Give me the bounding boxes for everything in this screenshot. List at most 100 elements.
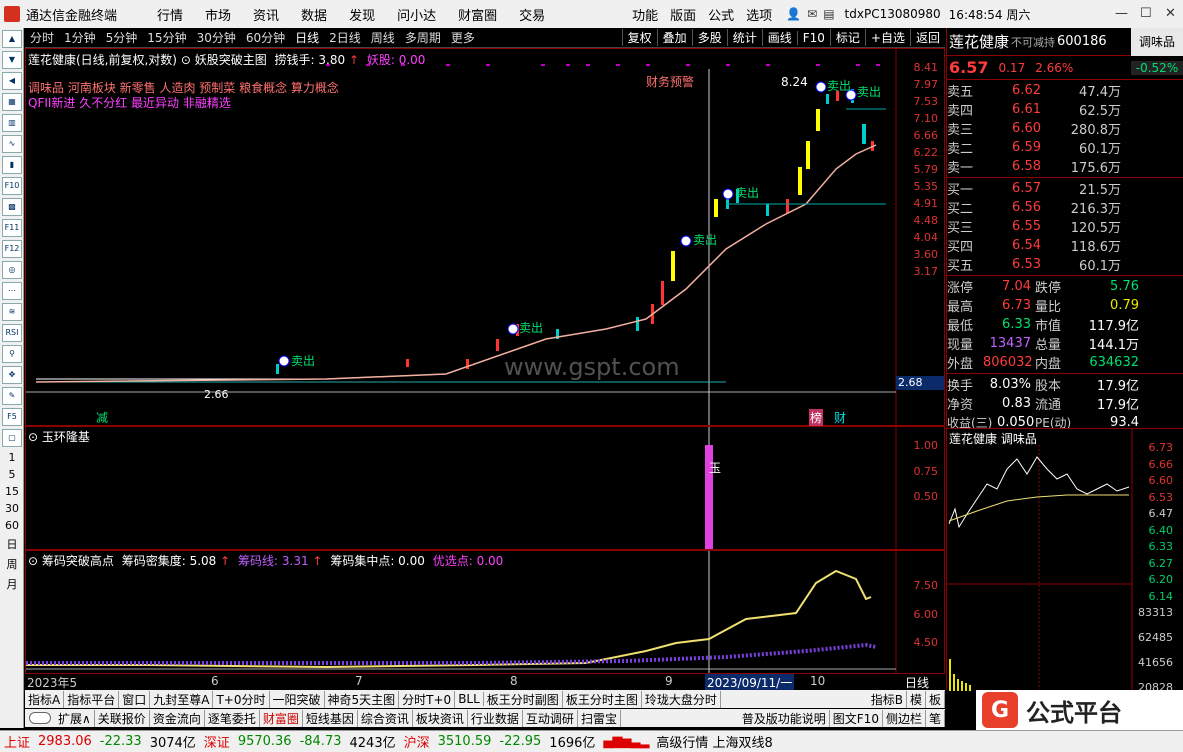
menu-item-caifuquan[interactable]: 财富圈 (458, 5, 497, 24)
tab-chuangkou[interactable]: 窗口 (119, 690, 151, 708)
menu-item-shuju[interactable]: 数据 (301, 5, 327, 24)
tab-caifuquan[interactable]: 财富圈 (260, 709, 303, 727)
tab-60min[interactable]: 60分钟 (246, 29, 285, 46)
tool-pencil-icon[interactable]: ✎ (2, 387, 22, 405)
menu-item-hangqing[interactable]: 行情 (157, 5, 183, 24)
btn-zixuan[interactable]: +自选 (864, 29, 910, 46)
tab-2day[interactable]: 2日线 (329, 29, 361, 46)
tab-linglong[interactable]: 玲珑大盘分时 (642, 690, 721, 708)
btn-fuquan[interactable]: 复权 (621, 29, 657, 46)
period-15[interactable]: 15 (0, 485, 24, 498)
close-icon[interactable]: ✕ (1165, 6, 1176, 21)
tool-move-icon[interactable]: ✥ (2, 366, 22, 384)
tab-zhibiao-pingtai[interactable]: 指标平台 (64, 690, 120, 708)
btn-tongji[interactable]: 统计 (726, 29, 762, 46)
minimize-icon[interactable]: — (1115, 6, 1128, 21)
tab-cebianlan[interactable]: 侧边栏 (883, 709, 926, 727)
menu-icon[interactable]: ▤ (823, 7, 834, 21)
period-month[interactable]: 月 (0, 576, 24, 592)
menu-item-faxian[interactable]: 发现 (349, 5, 375, 24)
intraday-mini-chart[interactable]: 莲花健康 调味品 6.73 6.66 6.60 6.53 6.47 6.40 6… (946, 428, 1183, 694)
quote-sector-tag[interactable]: 调味品 (1131, 27, 1183, 56)
tool-pin-icon[interactable]: ⚲ (2, 345, 22, 363)
tool-list-icon[interactable]: ▦ (2, 93, 22, 111)
tool-up-icon[interactable]: ▲ (2, 30, 22, 48)
tab-zonghe[interactable]: 综合资讯 (358, 709, 413, 727)
tab-fenshi-t0[interactable]: 分时T+0 (399, 690, 456, 708)
menu-item-wenxiaoda[interactable]: 问小达 (397, 5, 436, 24)
btn-huaxian[interactable]: 画线 (761, 29, 797, 46)
tab-hangye[interactable]: 行业数据 (468, 709, 523, 727)
tool-wave-icon[interactable]: ≋ (2, 303, 22, 321)
menu-item-shichang[interactable]: 市场 (205, 5, 231, 24)
tab-tuwen-f10[interactable]: 图文F10 (830, 709, 883, 727)
tab-zijin[interactable]: 资金流向 (150, 709, 205, 727)
tab-multi[interactable]: 多周期 (405, 29, 441, 46)
tab-more[interactable]: 更多 (451, 29, 475, 46)
period-5[interactable]: 5 (0, 468, 24, 481)
period-30[interactable]: 30 (0, 502, 24, 515)
index-name[interactable]: 深证 (204, 732, 230, 751)
tool-grid-icon[interactable]: ▩ (2, 198, 22, 216)
tool-line-icon[interactable]: ∿ (2, 135, 22, 153)
tab-day[interactable]: 日线 (295, 29, 319, 46)
tab-5min[interactable]: 5分钟 (106, 29, 138, 46)
period-1[interactable]: 1 (0, 451, 24, 464)
tab-yiyang[interactable]: 一阳突破 (270, 690, 325, 708)
chouma-panel[interactable]: ⊙ 筹码突破高点 筹码密集度: 5.08 ↑ 筹码线: 3.31 ↑ 筹码集中点… (25, 550, 945, 674)
menu-item-gongshi[interactable]: 公式 (708, 5, 734, 24)
tab-zhibiao-b[interactable]: 指标B (868, 690, 907, 708)
tab-zhubi[interactable]: 逐笔委托 (205, 709, 260, 727)
tool-f12-icon[interactable]: F12 (2, 240, 22, 258)
tool-f11-icon[interactable]: F11 (2, 219, 22, 237)
index-name[interactable]: 沪深 (404, 732, 430, 751)
btn-duogu[interactable]: 多股 (691, 29, 727, 46)
period-day[interactable]: 日 (0, 536, 24, 552)
tab-duanxian[interactable]: 短线基因 (303, 709, 358, 727)
btn-f10[interactable]: F10 (796, 30, 830, 45)
tab-ban[interactable]: 板 (926, 690, 945, 708)
tool-left-icon[interactable]: ◀ (2, 72, 22, 90)
menu-item-gongneng[interactable]: 功能 (632, 5, 658, 24)
tab-zhibiao-a[interactable]: 指标A (25, 690, 65, 708)
tool-f10-icon[interactable]: F10 (2, 177, 22, 195)
yuhuan-panel[interactable]: ⊙ 玉环隆基 玉 1.00 0.75 0.50 (25, 426, 945, 550)
btn-fanhui[interactable]: 返回 (909, 29, 945, 46)
tab-banwang-fu[interactable]: 板王分时副图 (484, 690, 563, 708)
tab-15min[interactable]: 15分钟 (147, 29, 186, 46)
menu-item-banmian[interactable]: 版面 (670, 5, 696, 24)
btn-diejia[interactable]: 叠加 (656, 29, 692, 46)
tool-rsi-icon[interactable]: RSI (2, 324, 22, 342)
index-name[interactable]: 上证 (4, 732, 30, 751)
tab-guanlian[interactable]: 关联报价 (95, 709, 150, 727)
menu-item-xuanxiang[interactable]: 选项 (746, 5, 772, 24)
tab-30min[interactable]: 30分钟 (197, 29, 236, 46)
menu-item-zixun[interactable]: 资讯 (253, 5, 279, 24)
tab-week[interactable]: 周线 (371, 29, 395, 46)
tab-banwang-zhu[interactable]: 板王分时主图 (563, 690, 642, 708)
tool-down-icon[interactable]: ▼ (2, 51, 22, 69)
tab-shenqi[interactable]: 神奇5天主图 (325, 690, 400, 708)
tab-t0-fenshi[interactable]: T+0分时 (213, 690, 270, 708)
menu-item-jiaoyi[interactable]: 交易 (519, 5, 545, 24)
tool-window-icon[interactable]: ▢ (2, 429, 22, 447)
tab-kuozhan[interactable]: 扩展∧ (55, 709, 95, 727)
toggle-switch-icon[interactable] (29, 712, 51, 724)
tab-fenshi[interactable]: 分时 (30, 29, 54, 46)
tab-bi[interactable]: 笔 (926, 709, 945, 727)
user-icon[interactable]: 👤 (786, 7, 801, 21)
tab-saolei[interactable]: 扫雷宝 (578, 709, 621, 727)
tool-chart-icon[interactable]: ▥ (2, 114, 22, 132)
tab-1min[interactable]: 1分钟 (64, 29, 96, 46)
tab-puji[interactable]: 普及版功能说明 (739, 709, 830, 727)
tab-bll[interactable]: BLL (455, 692, 484, 706)
tab-mo[interactable]: 模 (907, 690, 926, 708)
period-60[interactable]: 60 (0, 519, 24, 532)
tab-jiufeng[interactable]: 九封至尊A (150, 690, 214, 708)
chat-icon[interactable]: ✉ (807, 7, 817, 21)
tool-bar-icon[interactable]: ▮ (2, 156, 22, 174)
tab-bankuai[interactable]: 板块资讯 (413, 709, 468, 727)
main-kline-panel[interactable]: 莲花健康(日线,前复权,对数) ⊙ 妖股突破主图 捞钱手: 3.80 ↑ 妖股:… (25, 48, 945, 426)
tool-circle-icon[interactable]: ◎ (2, 261, 22, 279)
tab-hudong[interactable]: 互动调研 (523, 709, 578, 727)
